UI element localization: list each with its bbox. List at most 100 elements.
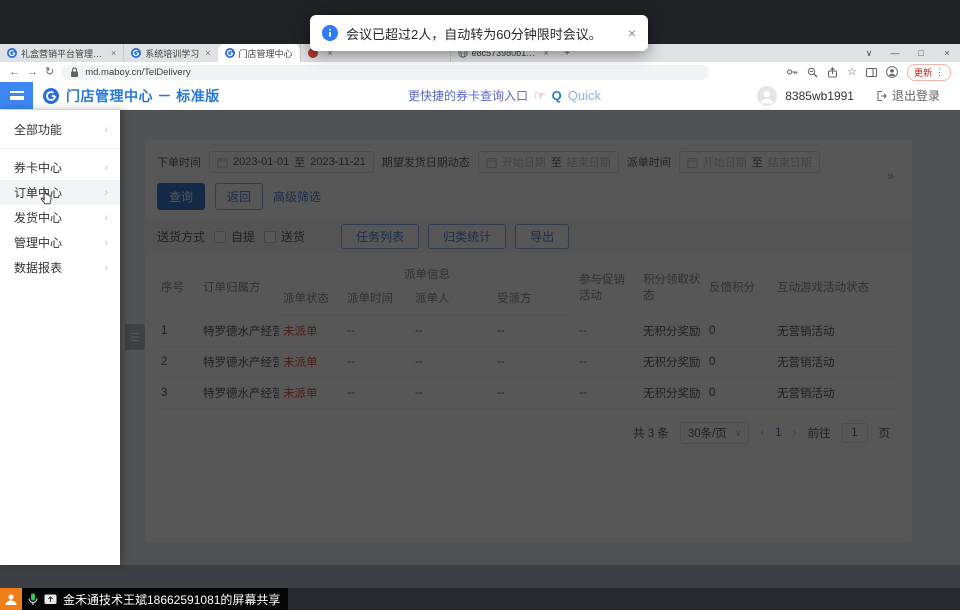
hamburger-icon	[10, 91, 24, 100]
chevron-right-icon: ›	[104, 262, 108, 274]
status-badge: 未派单	[279, 347, 343, 378]
end-date-placeholder: 结束日期	[567, 154, 611, 170]
tab-search-icon[interactable]: ∨	[856, 48, 882, 59]
col-header-owner: 订单归属方	[199, 259, 279, 316]
forward-icon[interactable]: →	[27, 67, 38, 78]
window-close-button[interactable]: ×	[934, 48, 960, 58]
pickup-option[interactable]: 自提	[214, 228, 255, 245]
delivery-option[interactable]: 送货	[264, 228, 305, 245]
screen-share-bar: 金禾通技术王斌18662591081的屏幕共享	[0, 588, 288, 610]
pagination: 共 3 条 30条/页 ∨ ‹ 1 › 前往 页	[157, 422, 900, 444]
logout-button[interactable]: 退出登录	[876, 87, 940, 104]
profile-avatar-icon[interactable]	[886, 66, 898, 78]
url-input[interactable]: md.maboy.cn/TelDelivery	[61, 65, 709, 80]
start-date-placeholder: 开始日期	[703, 154, 747, 170]
expand-filters-icon[interactable]: »	[887, 168, 894, 183]
window-maximize-button[interactable]: □	[908, 48, 934, 58]
avatar[interactable]	[757, 86, 777, 106]
table-group-header-row: 序号 订单归属方 派单信息 参与促销活动 积分领取状态 反馈积分 互动游戏活动状…	[157, 259, 900, 286]
page-unit-label: 页	[879, 425, 891, 441]
advanced-filter-link[interactable]: 高级筛选	[273, 188, 321, 205]
chevron-right-icon: ›	[104, 162, 108, 174]
more-menu-icon[interactable]: ⋮	[935, 67, 944, 78]
hamburger-menu-button[interactable]	[0, 82, 33, 109]
toast-close-icon[interactable]: ×	[628, 25, 636, 41]
promo-text: 更快捷的券卡查询入口	[408, 87, 528, 104]
tab-close-icon[interactable]: ×	[205, 48, 210, 58]
chrome-update-button[interactable]: 更新 ⋮	[907, 64, 951, 81]
promo-entry[interactable]: 更快捷的券卡查询入口 ☞ Q Quick	[408, 82, 601, 109]
back-icon[interactable]: ←	[9, 67, 20, 78]
delivery-method-label: 送货方式	[157, 228, 205, 245]
page-title: 门店管理中心 － 标准版	[66, 86, 220, 106]
tab-gift-platform[interactable]: 礼盒营销平台管理中心 ×	[0, 44, 123, 62]
screen-share-icon[interactable]	[44, 594, 57, 605]
sidebar-item-all-functions[interactable]: 全部功能›	[0, 117, 120, 142]
goto-label: 前往	[808, 425, 831, 441]
password-key-icon[interactable]	[786, 66, 798, 78]
logout-icon	[876, 90, 888, 102]
sidebar-item-order-center[interactable]: 订单中心›	[0, 180, 120, 205]
zoom-icon[interactable]	[807, 67, 818, 78]
pickup-checkbox[interactable]	[214, 231, 226, 243]
delivery-checkbox[interactable]	[264, 231, 276, 243]
delivery-label: 送货	[281, 228, 305, 245]
bookmark-star-icon[interactable]: ☆	[847, 67, 857, 78]
col-header-dispatch-time: 派单时间	[343, 286, 411, 316]
delivery-options-row: 送货方式 自提 送货 任务列表 归类统计 导出	[145, 220, 912, 253]
task-list-button[interactable]: 任务列表	[341, 224, 419, 249]
sidebar-item-coupon-center[interactable]: 券卡中心›	[0, 155, 120, 180]
sidebar-item-data-reports[interactable]: 数据报表›	[0, 255, 120, 280]
col-header-dispatcher: 派单人	[411, 286, 493, 316]
status-badge: 未派单	[279, 316, 343, 347]
app-header: 门店管理中心 － 标准版 更快捷的券卡查询入口 ☞ Q Quick 8385wb…	[0, 82, 960, 110]
col-header-points-status: 积分领取状态	[639, 259, 705, 316]
next-page-button[interactable]: ›	[793, 427, 797, 439]
site-favicon-icon	[7, 48, 17, 58]
table-row[interactable]: 2 特罗德水产经营部 未派单 -- -- -- -- 无积分奖励 0 无营销活动	[157, 347, 900, 378]
dispatch-time-range-input[interactable]: 开始日期 至 结束日期	[679, 151, 820, 173]
sidebar-item-shipping-center[interactable]: 发货中心›	[0, 205, 120, 230]
col-group-dispatch-info: 派单信息	[279, 259, 575, 286]
side-panel-icon[interactable]	[866, 67, 877, 78]
window-controls: ∨ — □ ×	[856, 44, 960, 62]
divider	[0, 148, 120, 149]
site-favicon-icon	[131, 48, 141, 58]
prev-page-button[interactable]: ‹	[760, 427, 764, 439]
orders-table: 序号 订单归属方 派单信息 参与促销活动 积分领取状态 反馈积分 互动游戏活动状…	[157, 259, 900, 409]
tab-title: 门店管理中心	[239, 47, 293, 60]
chevron-right-icon: ›	[104, 237, 108, 249]
mouse-cursor-icon	[40, 190, 53, 206]
window-minimize-button[interactable]: —	[882, 48, 908, 58]
export-button[interactable]: 导出	[515, 224, 569, 249]
expect-ship-range-input[interactable]: 开始日期 至 结束日期	[478, 151, 619, 173]
tab-title: 礼盒营销平台管理中心	[21, 47, 105, 60]
chevron-right-icon: ›	[104, 187, 108, 199]
tab-title: 系统培训学习	[145, 47, 199, 60]
reload-icon[interactable]: ↻	[45, 67, 54, 78]
tab-store-center-active[interactable]: 门店管理中心	[218, 44, 300, 62]
site-favicon-icon	[225, 48, 235, 58]
screen: 礼盒营销平台管理中心 × 系统培训学习 × 门店管理中心 × e8c573980…	[0, 0, 960, 610]
order-query-panel: » 下单时间 2023-01-01 至 2023-11-21 期望发货日期动态 …	[145, 140, 912, 542]
col-header-promo: 参与促销活动	[575, 259, 639, 316]
table-row[interactable]: 3 特罗德水产经营部 未派单 -- -- -- -- 无积分奖励 0 无营销活动	[157, 378, 900, 409]
sharer-avatar-icon	[0, 588, 22, 610]
drawer-handle[interactable]: ☰	[125, 324, 145, 350]
order-time-range-input[interactable]: 2023-01-01 至 2023-11-21	[209, 151, 374, 173]
share-icon[interactable]	[827, 67, 838, 78]
quick-search-icon[interactable]: Q	[552, 88, 562, 103]
back-button[interactable]: 返回	[215, 183, 263, 210]
address-bar-icons: ☆ 更新 ⋮	[786, 64, 951, 81]
current-page[interactable]: 1	[775, 427, 781, 439]
table-row[interactable]: 1 特罗德水产经营部 未派单 -- -- -- -- 无积分奖励 0 无营销活动	[157, 316, 900, 347]
search-button[interactable]: 查询	[157, 183, 205, 210]
sidebar-item-management-center[interactable]: 管理中心›	[0, 230, 120, 255]
goto-page-input[interactable]	[842, 423, 868, 443]
microphone-icon[interactable]	[28, 593, 38, 606]
tab-close-icon[interactable]: ×	[111, 48, 116, 58]
lock-icon	[70, 67, 79, 78]
category-stats-button[interactable]: 归类统计	[428, 224, 506, 249]
per-page-select[interactable]: 30条/页 ∨	[680, 422, 750, 444]
tab-training[interactable]: 系统培训学习 ×	[123, 44, 217, 62]
